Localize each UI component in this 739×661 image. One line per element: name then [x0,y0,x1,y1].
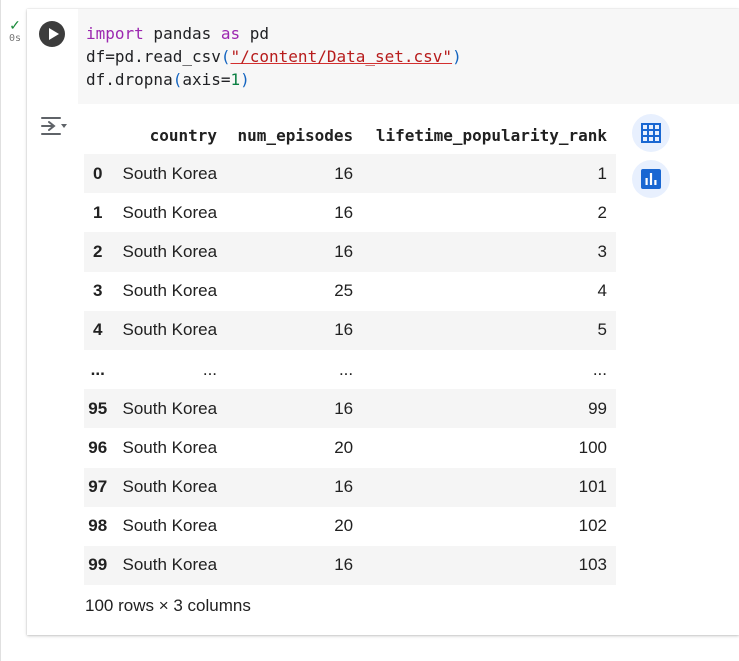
table-row: 97 South Korea 16 101 [84,467,616,507]
cell-num-episodes: 16 [334,163,354,183]
cell-country: South Korea [122,202,218,222]
table-row: 98 South Korea 20 102 [84,507,616,546]
cell-num-episodes: 16 [334,241,354,261]
cell-lifetime-popularity-rank: 101 [578,477,607,497]
code-token: axis= [182,70,231,89]
code-token: import [86,24,144,43]
code-token: ( [220,47,231,66]
cell-lifetime-popularity-rank: 2 [597,202,607,222]
row-index: ... [90,359,105,379]
cell-country: South Korea [122,163,218,183]
column-header-country: country [149,125,218,145]
code-line: df.dropna(axis=1) [86,68,462,91]
run-cell-button[interactable] [39,21,65,47]
cell-country: South Korea [122,437,218,457]
code-token: ) [240,70,250,89]
table-row: ............ [84,350,616,389]
code-text: import pandas as pd df=pd.read_csv("/cont… [86,22,462,91]
cell-lifetime-popularity-rank: 102 [578,516,607,536]
cell-country: South Korea [122,320,218,340]
row-index: 95 [88,398,108,418]
execution-status: ✓ 0s [6,18,24,45]
code-token: df.dropna [86,70,173,89]
code-token: df=pd.read_csv [86,47,221,66]
code-line: import pandas as pd [86,22,462,45]
cell-num-episodes: 16 [334,555,354,575]
table-icon [641,123,661,143]
code-editor[interactable]: import pandas as pd df=pd.read_csv("/cont… [78,9,739,104]
cell-num-episodes: 16 [334,202,354,222]
cell-country: South Korea [122,241,218,261]
cell-lifetime-popularity-rank: 4 [597,281,607,301]
cell-left-border [0,0,1,661]
row-index: 4 [92,320,103,340]
row-index: 1 [92,202,103,222]
cell-num-episodes: 20 [334,516,354,536]
table-row: 95 South Korea 16 99 [84,389,616,429]
table-row: 96 South Korea 20 100 [84,428,616,467]
cell-num-episodes: 25 [334,281,354,301]
execution-time: 0s [8,33,22,44]
table-row: 99 South Korea 16 103 [84,545,616,586]
column-header-num-episodes: num_episodes [237,125,354,145]
cell-country: South Korea [122,516,218,536]
row-index: 3 [92,281,103,301]
bar-chart-icon [641,169,661,189]
code-token: "/content/Data_set.csv" [230,47,453,66]
dataframe-table: country num_episodes lifetime_popularity… [84,116,616,586]
cell-num-episodes: 16 [334,477,354,497]
cell-lifetime-popularity-rank: 100 [578,437,607,457]
suggest-charts-button[interactable] [632,160,670,198]
code-token: pd [240,24,270,43]
cell-num-episodes: 20 [334,437,354,457]
cell-country: South Korea [122,555,218,575]
cell-lifetime-popularity-rank: 3 [597,241,607,261]
table-row: 2 South Korea 16 3 [84,232,616,272]
cell-lifetime-popularity-rank: 5 [597,320,607,340]
code-token: pandas [143,24,221,43]
table-header-row: country num_episodes lifetime_popularity… [84,116,616,154]
output-actions-icon[interactable] [40,115,68,137]
code-token: ( [172,70,183,89]
convert-to-interactive-table-button[interactable] [632,114,670,152]
cell-country: South Korea [122,398,218,418]
cell-lifetime-popularity-rank: 1 [597,163,607,183]
row-index: 98 [88,516,108,536]
dataframe-output: country num_episodes lifetime_popularity… [84,116,616,586]
table-row: 0 South Korea 16 1 [84,154,616,194]
table-body: 0 South Korea 16 1 1 South Korea 16 2 2 South Kor… [84,154,616,586]
row-index: 99 [88,555,108,575]
table-row: 1 South Korea 16 2 [84,193,616,232]
table-row: 3 South Korea 25 4 [84,272,616,311]
index-header [84,116,111,154]
success-check-icon: ✓ [9,17,21,33]
row-index: 96 [88,437,108,457]
cell-lifetime-popularity-rank: 99 [588,398,607,418]
code-line: df=pd.read_csv("/content/Data_set.csv") [86,45,462,68]
row-index: 2 [92,241,103,261]
cell-num-episodes: ... [338,359,354,379]
row-index: 97 [88,477,108,497]
cell-lifetime-popularity-rank: ... [592,359,607,379]
cell-country: South Korea [122,281,218,301]
play-icon [48,28,59,40]
code-token: 1 [230,70,241,89]
cell-num-episodes: 16 [334,398,354,418]
row-index: 0 [92,163,103,183]
cell-country: South Korea [122,477,218,497]
cell-country: ... [202,359,218,379]
code-token: ) [452,47,462,66]
column-header-lifetime-popularity-rank: lifetime_popularity_rank [375,125,607,145]
cell-lifetime-popularity-rank: 103 [578,555,607,575]
cell-num-episodes: 16 [334,320,354,340]
dataframe-shape-label: 100 rows × 3 columns [85,596,251,615]
table-row: 4 South Korea 16 5 [84,310,616,350]
code-token: as [220,24,241,43]
